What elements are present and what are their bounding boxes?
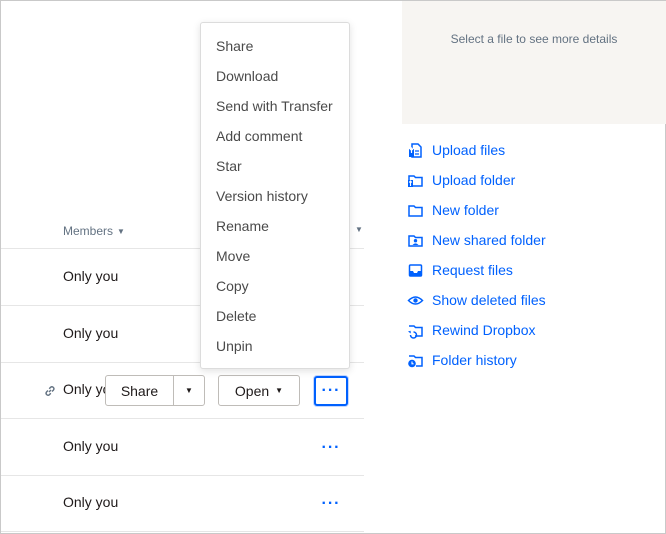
show-deleted-files-action[interactable]: Show deleted files (407, 285, 546, 315)
menu-item-add-comment[interactable]: Add comment (201, 121, 349, 151)
members-column-header[interactable]: Members ▼ (63, 224, 125, 238)
request-files-label: Request files (432, 262, 513, 278)
menu-item-version-history[interactable]: Version history (201, 181, 349, 211)
sort-caret-icon: ▼ (117, 226, 125, 236)
details-panel: Select a file to see more details (402, 1, 666, 124)
rewind-dropbox-action[interactable]: Rewind Dropbox (407, 315, 546, 345)
menu-item-share[interactable]: Share (201, 31, 349, 61)
row-members: Only you (63, 268, 119, 284)
actions-list: Upload files Upload folder New folder Ne… (407, 135, 546, 375)
folder-history-action[interactable]: Folder history (407, 345, 546, 375)
upload-files-label: Upload files (432, 142, 506, 158)
folder-history-icon (408, 354, 423, 367)
column-caret-icon[interactable]: ▼ (355, 225, 363, 234)
inbox-icon (408, 263, 423, 277)
row-members: Only you (63, 494, 119, 510)
menu-item-star[interactable]: Star (201, 151, 349, 181)
open-button-label: Open (234, 382, 270, 399)
menu-item-unpin[interactable]: Unpin (201, 331, 349, 361)
upload-files-action[interactable]: Upload files (407, 135, 546, 165)
new-shared-folder-label: New shared folder (432, 232, 546, 248)
menu-item-send-with-transfer[interactable]: Send with Transfer (201, 91, 349, 121)
upload-folder-icon (408, 174, 423, 187)
eye-icon (407, 295, 424, 305)
row-members: Only yo (63, 381, 111, 397)
share-button[interactable]: Share (106, 376, 174, 405)
share-options-caret-icon[interactable]: ▼ (174, 376, 204, 405)
context-menu: Share Download Send with Transfer Add co… (200, 22, 350, 369)
show-deleted-files-label: Show deleted files (432, 292, 546, 308)
members-header-label: Members (63, 224, 114, 238)
link-icon (45, 386, 55, 396)
table-row[interactable]: Only you ··· (1, 419, 364, 476)
upload-file-icon (409, 142, 422, 158)
table-row[interactable]: Only you ··· (1, 475, 364, 532)
share-split-button: Share ▼ (105, 375, 205, 406)
menu-item-move[interactable]: Move (201, 241, 349, 271)
menu-item-delete[interactable]: Delete (201, 301, 349, 331)
row-members: Only you (63, 438, 119, 454)
folder-icon (408, 204, 423, 217)
folder-history-label: Folder history (432, 352, 517, 368)
table-row-active[interactable]: Only yo Share ▼ Open ▼ ··· (1, 362, 364, 419)
menu-item-rename[interactable]: Rename (201, 211, 349, 241)
chevron-down-icon: ▼ (275, 386, 284, 395)
more-options-button[interactable]: ··· (314, 376, 348, 406)
upload-folder-action[interactable]: Upload folder (407, 165, 546, 195)
shared-folder-icon (408, 234, 423, 247)
rewind-dropbox-label: Rewind Dropbox (432, 322, 536, 338)
new-shared-folder-action[interactable]: New shared folder (407, 225, 546, 255)
more-options-button[interactable]: ··· (314, 489, 348, 519)
request-files-action[interactable]: Request files (407, 255, 546, 285)
more-options-button[interactable]: ··· (314, 433, 348, 463)
row-members: Only you (63, 325, 119, 341)
rewind-icon (408, 324, 423, 339)
upload-folder-label: Upload folder (432, 172, 516, 188)
new-folder-action[interactable]: New folder (407, 195, 546, 225)
new-folder-label: New folder (432, 202, 499, 218)
open-button[interactable]: Open ▼ (218, 375, 300, 406)
menu-item-copy[interactable]: Copy (201, 271, 349, 301)
details-placeholder-text: Select a file to see more details (450, 32, 618, 46)
menu-item-download[interactable]: Download (201, 61, 349, 91)
